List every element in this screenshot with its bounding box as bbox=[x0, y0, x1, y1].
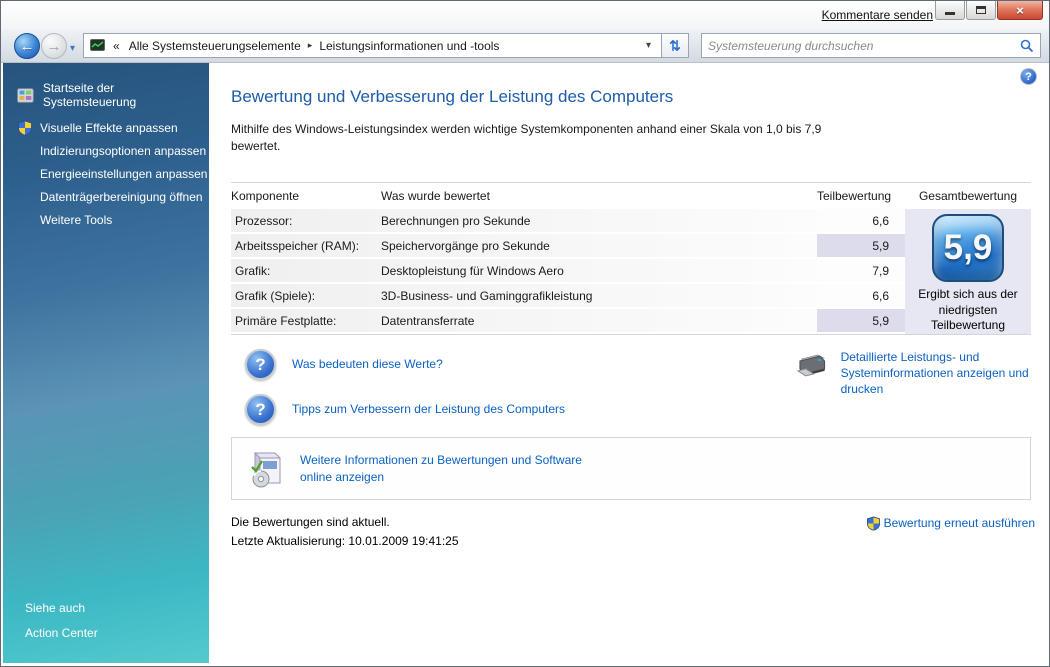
assessed-cell: Speichervorgänge pro Sekunde bbox=[381, 234, 817, 259]
component-cell: Arbeitsspeicher (RAM): bbox=[231, 234, 381, 259]
caption-buttons: × bbox=[934, 1, 1043, 20]
sidebar-item-control-panel-home[interactable]: Startseite der Systemsteuerung bbox=[17, 81, 209, 109]
title-bar: Kommentare senden × bbox=[1, 1, 1049, 29]
breadcrumb-separator-icon[interactable]: ▸ bbox=[306, 40, 315, 51]
base-score-badge: 5,9 bbox=[932, 214, 1004, 283]
sidebar-item-disk-cleanup[interactable]: Datenträgerbereinigung öffnen bbox=[17, 185, 207, 208]
forward-arrow-icon: → bbox=[46, 37, 62, 55]
sidebar-task-label: Visuelle Effekte anpassen bbox=[40, 120, 178, 135]
online-info-box: Weitere Informationen zu Bewertungen und… bbox=[231, 437, 1031, 500]
help-button[interactable]: ? bbox=[1020, 68, 1037, 85]
column-header-assessed: Was wurde bewertet bbox=[381, 189, 490, 203]
forward-button[interactable]: → bbox=[41, 33, 67, 59]
recent-pages-dropdown[interactable]: ▾ bbox=[70, 43, 75, 54]
sidebar-task-list: Visuelle Effekte anpassen Indizierungsop… bbox=[17, 116, 207, 231]
sidebar-task-label: Energieeinstellungen anpassen bbox=[40, 166, 208, 181]
send-feedback-link[interactable]: Kommentare senden bbox=[822, 8, 933, 22]
close-button[interactable]: × bbox=[997, 1, 1043, 20]
app-window: Kommentare senden × ← → ▾ « Alle Systems… bbox=[0, 0, 1050, 667]
breadcrumb-item-performance-tools[interactable]: Leistungsinformationen und -tools bbox=[314, 37, 504, 55]
component-cell: Grafik: bbox=[231, 259, 381, 284]
assessed-cell: Datentransferrate bbox=[381, 309, 817, 334]
link-performance-tips[interactable]: ? Tipps zum Verbessern der Leistung des … bbox=[245, 394, 565, 425]
base-score-panel: 5,9 Ergibt sich aus der niedrigsten Teil… bbox=[905, 209, 1031, 334]
table-header-row: Komponente Was wurde bewertet Teilbewert… bbox=[231, 182, 1031, 209]
maximize-icon bbox=[976, 6, 986, 14]
software-box-icon bbox=[251, 451, 281, 487]
assessed-cell: Desktopleistung für Windows Aero bbox=[381, 259, 817, 284]
printer-icon bbox=[796, 354, 826, 377]
sidebar-task-label: Weitere Tools bbox=[40, 212, 113, 227]
navigation-bar: ← → ▾ « Alle Systemsteuerungselemente ▸ … bbox=[1, 29, 1049, 63]
sidebar-item-visual-effects[interactable]: Visuelle Effekte anpassen bbox=[17, 116, 207, 139]
subscore-cell: 5,9 bbox=[817, 234, 905, 259]
question-icon: ? bbox=[1025, 70, 1032, 83]
sidebar-item-action-center[interactable]: Action Center bbox=[25, 626, 98, 640]
performance-table: Komponente Was wurde bewertet Teilbewert… bbox=[231, 182, 1031, 335]
column-header-base-score: Gesamtbewertung bbox=[918, 189, 1018, 203]
sidebar-item-advanced-tools[interactable]: Weitere Tools bbox=[17, 208, 207, 231]
assessed-cell: Berechnungen pro Sekunde bbox=[381, 209, 817, 234]
link-online-info[interactable]: Weitere Informationen zu Bewertungen und… bbox=[300, 452, 590, 484]
link-label: Tipps zum Verbessern der Leistung des Co… bbox=[292, 402, 566, 417]
breadcrumb-overflow-chevron[interactable]: « bbox=[109, 39, 124, 53]
uac-shield-icon bbox=[866, 516, 880, 531]
question-glyph: ? bbox=[255, 399, 266, 419]
column-header-subscore: Teilbewertung bbox=[817, 189, 892, 203]
link-what-values-mean[interactable]: ? Was bedeuten diese Werte? bbox=[245, 349, 443, 380]
search-icon[interactable] bbox=[1020, 39, 1034, 53]
component-cell: Prozessor: bbox=[231, 209, 381, 234]
rating-status: Die Bewertungen sind aktuell. Letzte Akt… bbox=[231, 513, 459, 551]
minimize-button[interactable] bbox=[935, 1, 965, 20]
search-input[interactable] bbox=[708, 38, 1020, 53]
sidebar-task-label: Datenträgerbereinigung öffnen bbox=[40, 189, 203, 204]
question-circle-icon: ? bbox=[245, 394, 276, 425]
back-arrow-icon: ← bbox=[19, 37, 35, 55]
sidebar-home-label: Startseite der Systemsteuerung bbox=[42, 81, 137, 109]
question-glyph: ? bbox=[255, 354, 266, 374]
sidebar-item-indexing-options[interactable]: Indizierungsoptionen anpassen bbox=[17, 139, 207, 162]
address-dropdown-icon[interactable]: ▾ bbox=[642, 40, 655, 51]
intro-text: Mithilfe des Windows-Leistungsindex werd… bbox=[231, 122, 822, 154]
component-cell: Primäre Festplatte: bbox=[231, 309, 381, 334]
link-label: Bewertung erneut ausführen bbox=[883, 516, 1035, 530]
sidebar-item-power-settings[interactable]: Energieeinstellungen anpassen bbox=[17, 162, 207, 185]
back-button[interactable]: ← bbox=[14, 33, 40, 59]
uac-shield-icon bbox=[18, 120, 32, 136]
base-score-caption: Ergibt sich aus der niedrigsten Teilbewe… bbox=[918, 287, 1018, 333]
refresh-button[interactable]: ⇄ bbox=[661, 33, 689, 58]
link-label: Detaillierte Leistungs- und Systeminform… bbox=[840, 350, 1029, 397]
address-bar[interactable]: « Alle Systemsteuerungselemente ▸ Leistu… bbox=[83, 33, 661, 58]
subscore-cell: 6,6 bbox=[817, 209, 905, 234]
performance-monitor-icon bbox=[90, 39, 105, 51]
link-print-details[interactable]: Detaillierte Leistungs- und Systeminform… bbox=[794, 349, 1034, 398]
table-body: Prozessor: Berechnungen pro Sekunde 6,6 … bbox=[231, 209, 1031, 335]
assessed-cell: 3D-Business- und Gaminggrafikleistung bbox=[381, 284, 817, 309]
close-icon: × bbox=[1016, 2, 1024, 18]
control-panel-icon bbox=[17, 87, 34, 103]
search-box bbox=[701, 33, 1041, 58]
breadcrumb-item-all-control-panel-items[interactable]: Alle Systemsteuerungselemente bbox=[124, 37, 306, 55]
subscore-cell: 5,9 bbox=[817, 309, 905, 334]
see-also-header: Siehe auch bbox=[25, 601, 86, 615]
link-rerun-assessment[interactable]: Bewertung erneut ausführen bbox=[866, 515, 1035, 531]
refresh-icon: ⇄ bbox=[667, 39, 684, 52]
subscore-cell: 6,6 bbox=[817, 284, 905, 309]
main-content: ? Bewertung und Verbesserung der Leistun… bbox=[209, 63, 1047, 663]
column-header-component: Komponente bbox=[231, 189, 300, 203]
status-line-updated: Letzte Aktualisierung: 10.01.2009 19:41:… bbox=[231, 534, 459, 549]
sidebar-task-label: Indizierungsoptionen anpassen bbox=[40, 143, 207, 158]
component-cell: Grafik (Spiele): bbox=[231, 284, 381, 309]
status-line-current: Die Bewertungen sind aktuell. bbox=[231, 515, 390, 529]
task-sidebar: Startseite der Systemsteuerung Visuelle … bbox=[3, 63, 209, 663]
link-label: Was bedeuten diese Werte? bbox=[292, 357, 443, 372]
maximize-button[interactable] bbox=[966, 1, 996, 20]
page-title: Bewertung und Verbesserung der Leistung … bbox=[231, 87, 674, 106]
minimize-icon bbox=[945, 12, 955, 15]
question-circle-icon: ? bbox=[245, 349, 276, 380]
subscore-cell: 7,9 bbox=[817, 259, 905, 284]
